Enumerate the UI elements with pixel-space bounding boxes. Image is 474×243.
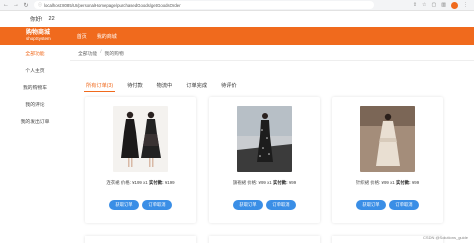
order-card-partial bbox=[209, 236, 320, 243]
cancel-order-button[interactable]: 订单取消 bbox=[266, 200, 296, 210]
sidebar-toggle-icon[interactable]: ▥ bbox=[441, 2, 446, 8]
get-order-button[interactable]: 获取订单 bbox=[109, 200, 139, 210]
info-icon: ⓘ bbox=[38, 2, 42, 7]
product-name: 针织裙 bbox=[355, 180, 370, 185]
reload-icon[interactable]: ↻ bbox=[22, 1, 30, 9]
forward-icon[interactable]: → bbox=[12, 1, 20, 9]
main-content: 全部功能 / 我的购物 所有订单(3) 待付款 物流中 订单完成 待评价 连衣裙… bbox=[70, 45, 474, 243]
product-image[interactable] bbox=[237, 106, 292, 172]
order-card: 针织裙 价格: ¥99 x1 实付款: ¥99 获取订单 订单取消 bbox=[332, 97, 443, 223]
watermark: CSDN @Solutions_guide bbox=[423, 235, 468, 240]
site-logo[interactable]: 购物商城 shopSystem bbox=[26, 30, 51, 42]
sidebar: 全部功能 个人主页 我的购物车 我的评论 我的发出订单 bbox=[0, 45, 70, 243]
price-label: 价格: bbox=[370, 180, 381, 185]
order-info: 连衣裙 价格: ¥199 x1 实付款: ¥199 bbox=[85, 180, 196, 186]
nav-home[interactable]: 首页 bbox=[77, 33, 87, 40]
top-nav: 首页 我的商城 bbox=[77, 33, 117, 40]
greeting: 你好! bbox=[30, 17, 43, 23]
breadcrumb-separator: / bbox=[100, 50, 102, 55]
nav-my-mall[interactable]: 我的商城 bbox=[97, 33, 117, 40]
divider bbox=[70, 60, 474, 61]
tab-pending-payment[interactable]: 待付款 bbox=[125, 82, 145, 92]
product-qty: x1 bbox=[143, 180, 148, 185]
product-price: ¥199 bbox=[132, 180, 142, 185]
share-icon[interactable]: ⇪ bbox=[413, 2, 417, 8]
address-bar[interactable]: ⓘ localhost:8085/UI/personalHomepage/pur… bbox=[34, 1, 374, 9]
tab-to-review[interactable]: 待评价 bbox=[219, 82, 239, 92]
sidebar-item-all-functions[interactable]: 全部功能 bbox=[0, 45, 70, 62]
sidebar-item-homepage[interactable]: 个人主页 bbox=[0, 62, 70, 79]
cancel-order-button[interactable]: 订单取消 bbox=[389, 200, 419, 210]
product-price: ¥99 bbox=[381, 180, 389, 185]
logo-subtitle: shopSystem bbox=[26, 36, 51, 41]
product-image[interactable] bbox=[113, 106, 168, 172]
sidebar-item-sent-orders[interactable]: 我的发出订单 bbox=[0, 113, 70, 130]
sidebar-item-comments[interactable]: 我的评论 bbox=[0, 96, 70, 113]
product-qty: x1 bbox=[390, 180, 395, 185]
product-price: ¥99 bbox=[258, 180, 266, 185]
tab-completed[interactable]: 订单完成 bbox=[184, 82, 209, 92]
breadcrumb-root[interactable]: 全部功能 bbox=[78, 50, 97, 57]
get-order-button[interactable]: 获取订单 bbox=[356, 200, 386, 210]
price-label: 价格: bbox=[120, 180, 131, 185]
paid-amount: ¥199 bbox=[164, 180, 175, 185]
order-tabs: 所有订单(3) 待付款 物流中 订单完成 待评价 bbox=[84, 82, 239, 92]
order-card: 旗袍裙 价格: ¥99 x1 实付款: ¥99 获取订单 订单取消 bbox=[209, 97, 320, 223]
paid-label: 实付款: bbox=[148, 180, 164, 185]
site-header: 购物商城 shopSystem 首页 我的商城 bbox=[0, 27, 474, 45]
paid-label: 实付款: bbox=[272, 180, 288, 185]
product-image[interactable] bbox=[360, 106, 415, 172]
order-info: 针织裙 价格: ¥99 x1 实付款: ¥99 bbox=[332, 180, 443, 186]
user-info-bar: 你好! 22 bbox=[0, 11, 474, 27]
back-icon[interactable]: ← bbox=[2, 1, 10, 9]
order-card-partial bbox=[85, 236, 196, 243]
price-label: 价格: bbox=[247, 180, 258, 185]
order-card: 连衣裙 价格: ¥199 x1 实付款: ¥199 获取订单 订单取消 bbox=[85, 97, 196, 223]
paid-amount: ¥99 bbox=[288, 180, 297, 185]
sidebar-item-cart[interactable]: 我的购物车 bbox=[0, 79, 70, 96]
product-qty: x1 bbox=[267, 180, 272, 185]
order-info: 旗袍裙 价格: ¥99 x1 实付款: ¥99 bbox=[209, 180, 320, 186]
product-name: 连衣裙 bbox=[106, 180, 120, 185]
get-order-button[interactable]: 获取订单 bbox=[233, 200, 263, 210]
product-name: 旗袍裙 bbox=[232, 180, 247, 185]
menu-icon[interactable]: ⋮ bbox=[463, 2, 468, 8]
browser-toolbar: ← → ↻ ⓘ localhost:8085/UI/personalHomepa… bbox=[0, 0, 474, 11]
tab-all-orders[interactable]: 所有订单(3) bbox=[84, 82, 116, 92]
address-url: localhost:8085/UI/personalHomepage/purch… bbox=[44, 2, 181, 8]
cancel-order-button[interactable]: 订单取消 bbox=[142, 200, 172, 210]
breadcrumb-current: 我的购物 bbox=[104, 52, 124, 57]
extension-icon[interactable]: ▢ bbox=[432, 2, 437, 8]
tab-shipping[interactable]: 物流中 bbox=[155, 82, 175, 92]
paid-amount: ¥99 bbox=[411, 180, 420, 185]
breadcrumb: 全部功能 / 我的购物 bbox=[78, 50, 124, 57]
user-number: 22 bbox=[48, 16, 55, 22]
paid-label: 实付款: bbox=[395, 180, 411, 185]
star-icon[interactable]: ☆ bbox=[422, 2, 426, 8]
profile-avatar[interactable] bbox=[451, 1, 458, 9]
